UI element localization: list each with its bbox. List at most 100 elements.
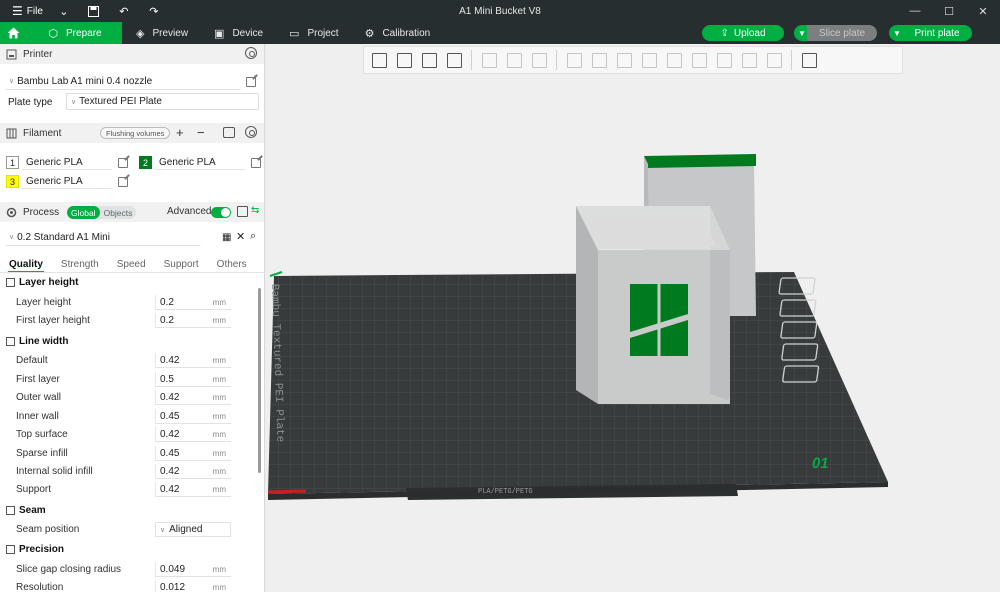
tab-preview-label: Preview [152,27,189,39]
remove-filament-icon[interactable]: − [197,125,205,140]
unit-label: mm [212,392,226,402]
tab-calibration[interactable]: ⚙ Calibration [351,22,443,44]
tab-preview[interactable]: ◈ Preview [122,22,200,44]
print-plate-button[interactable]: Print plate [902,25,972,41]
chevron-down-icon: ∨ [71,98,77,106]
group-title: Precision [19,544,65,555]
line-width-inner-wall-input[interactable]: 0.45 mm [155,409,231,424]
edit-icon[interactable] [118,158,128,168]
line-width-top-surface-input[interactable]: 0.42 mm [155,427,231,442]
model-bucket[interactable] [576,206,730,404]
undo-icon[interactable]: ↶ [111,0,137,22]
tab-project[interactable]: ▭ Project [275,22,351,44]
sidebar-scrollbar[interactable] [258,288,261,473]
global-objects-toggle[interactable]: Global Objects [67,206,137,219]
resolution-input[interactable]: 0.012 mm [155,580,231,592]
home-button[interactable] [0,22,26,44]
minimize-icon[interactable]: — [898,0,932,22]
param-value: 0.42 [160,465,180,477]
edit-icon[interactable] [251,158,261,168]
tab-prepare[interactable]: ⬡ Prepare [26,22,122,44]
upload-button[interactable]: ⇪ Upload [702,25,784,41]
first-layer-height-input[interactable]: 0.2 mm [155,313,231,328]
param-value: 0.42 [160,391,180,403]
filament-slot-2-select[interactable]: Generic PLA [155,155,245,170]
tab-others[interactable]: Others [208,256,256,272]
gear-icon[interactable] [245,47,257,59]
unit-label: mm [212,466,226,476]
chevron-down-icon: ∨ [160,526,166,534]
tab-support[interactable]: Support [155,256,208,272]
objects-option[interactable]: Objects [100,208,137,218]
tab-strength[interactable]: Strength [52,256,108,272]
sync-filament-icon[interactable] [223,127,235,138]
slice-gap-closing-radius-input[interactable]: 0.049 mm [155,562,231,577]
tab-prepare-label: Prepare [66,27,102,39]
x-axis-mark [267,489,307,494]
y-axis-mark [269,271,283,277]
process-preset-select[interactable]: ∨ 0.2 Standard A1 Mini [5,229,201,246]
close-icon[interactable]: ✕ [236,230,245,243]
redo-icon[interactable]: ↷ [141,0,167,22]
param-value: 0.45 [160,447,180,459]
plate-type-select[interactable]: ∨ Textured PEI Plate [66,93,259,110]
edit-icon[interactable] [246,77,256,87]
tab-speed[interactable]: Speed [108,256,155,272]
tab-quality[interactable]: Quality [0,256,52,273]
tab-device-label: Device [232,27,264,39]
save-icon[interactable] [81,0,107,22]
add-filament-icon[interactable]: + [176,125,184,140]
filament-slot-3-select[interactable]: Generic PLA [22,174,112,189]
line-width-default-input[interactable]: 0.42 mm [155,353,231,368]
flushing-volumes-button[interactable]: Flushing volumes [100,127,171,139]
group-layer-height: Layer height [6,277,78,288]
param-value: 0.45 [160,410,180,422]
global-option[interactable]: Global [67,206,100,219]
unit-label: mm [212,355,226,365]
param-value: 0.049 [160,563,186,575]
param-value: 0.2 [160,314,174,326]
3d-viewport[interactable]: Bambu Textured PEI Plate PLA/PETG/PETG 0… [266,44,1000,592]
calibration-icon: ⚙ [364,27,375,40]
chevron-down-icon[interactable]: ⌄ [51,0,77,22]
layer-height-input[interactable]: 0.2 mm [155,295,231,310]
slice-plate-button[interactable]: Slice plate [807,25,877,41]
cube-icon: ⬡ [48,27,59,40]
printer-select[interactable]: ∨ Bambu Lab A1 mini 0.4 nozzle [5,73,241,90]
save-preset-icon[interactable]: ▦ [222,232,231,243]
tab-device[interactable]: ▣ Device [200,22,275,44]
param-value: 0.42 [160,483,180,495]
list-icon[interactable] [237,206,248,217]
gear-icon[interactable] [245,126,257,138]
edit-icon[interactable] [118,177,128,187]
layers-icon: ◈ [136,27,145,40]
seam-position-select[interactable]: ∨ Aligned [155,522,231,537]
param-value: 0.012 [160,581,186,592]
line-width-outer-wall-input[interactable]: 0.42 mm [155,390,231,405]
process-preset-value: 0.2 Standard A1 Mini [17,231,110,243]
filament-slot-2-number[interactable]: 2 [139,156,152,169]
filament-section-header: Filament Flushing volumes + − [0,123,264,143]
advanced-switch[interactable] [211,207,231,218]
param-label: Layer height [16,297,72,308]
filament-header-label: Filament [23,127,62,139]
process-tabs: Quality Strength Speed Support Others [0,256,264,273]
unit-label: mm [212,297,226,307]
param-value: 0.2 [160,296,174,308]
filament-slot-1-number[interactable]: 1 [6,156,19,169]
filament-slot-1-select[interactable]: Generic PLA [22,155,112,170]
line-width-internal-solid-infill-input[interactable]: 0.42 mm [155,464,231,479]
hamburger-icon: ☰ [12,4,23,18]
line-width-support-input[interactable]: 0.42 mm [155,482,231,497]
compare-icon[interactable]: ⇆ [251,205,259,216]
filament-slot-3-number[interactable]: 3 [6,175,19,188]
scene: Bambu Textured PEI Plate PLA/PETG/PETG 0… [267,154,888,500]
sidebar: Printer ∨ Bambu Lab A1 mini 0.4 nozzle P… [0,44,265,592]
maximize-icon[interactable]: ☐ [932,0,966,22]
close-icon[interactable]: ✕ [966,0,1000,22]
process-header-label: Process [23,206,60,218]
search-icon[interactable]: ⌕ [250,230,256,243]
file-menu-button[interactable]: ☰ File [8,4,47,18]
line-width-sparse-infill-input[interactable]: 0.45 mm [155,446,231,461]
line-width-first-layer-input[interactable]: 0.5 mm [155,372,231,387]
